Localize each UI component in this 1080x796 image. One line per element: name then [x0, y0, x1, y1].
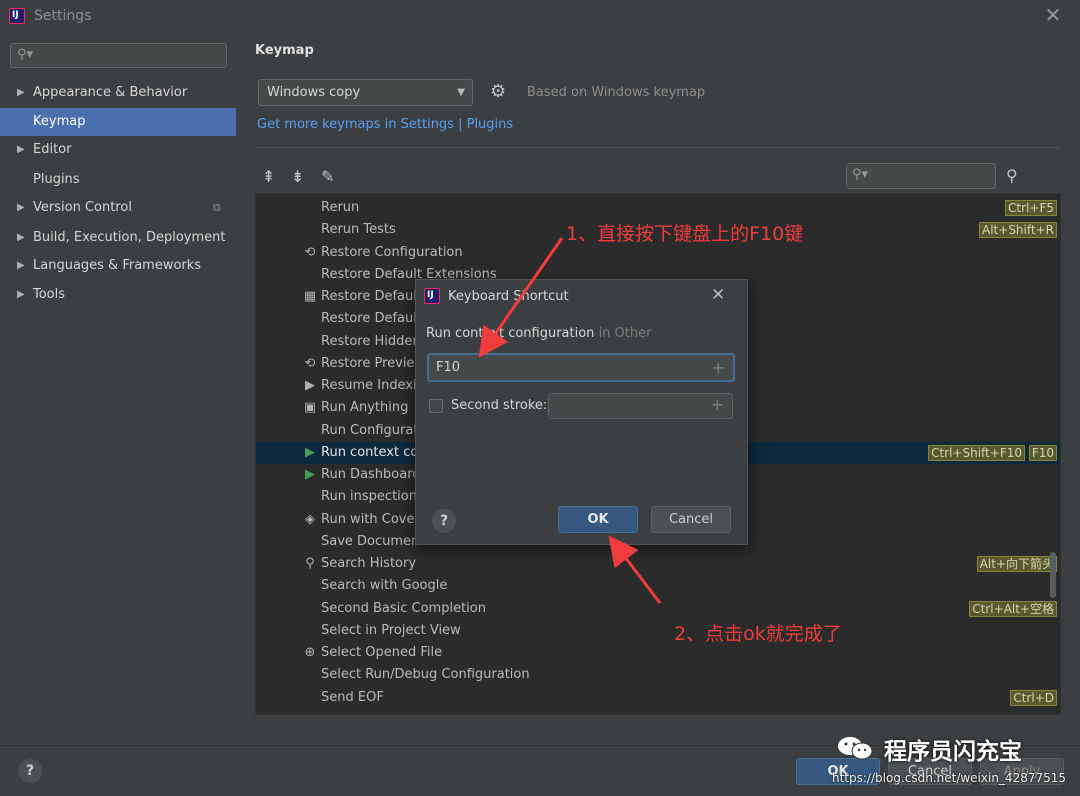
watermark-url: https://blog.csdn.net/weixin_42877515: [832, 771, 1067, 785]
annotation-arrows: [478, 237, 662, 604]
annotation-step1: 1、直接按下键盘上的F10键: [566, 223, 804, 245]
annotation-step2: 2、点击ok就完成了: [674, 623, 842, 645]
wechat-icon: [838, 737, 873, 760]
arrow-to-ok: [608, 535, 662, 604]
arrow-to-input: [478, 237, 564, 358]
watermark-text: 程序员闪充宝: [884, 739, 1022, 765]
